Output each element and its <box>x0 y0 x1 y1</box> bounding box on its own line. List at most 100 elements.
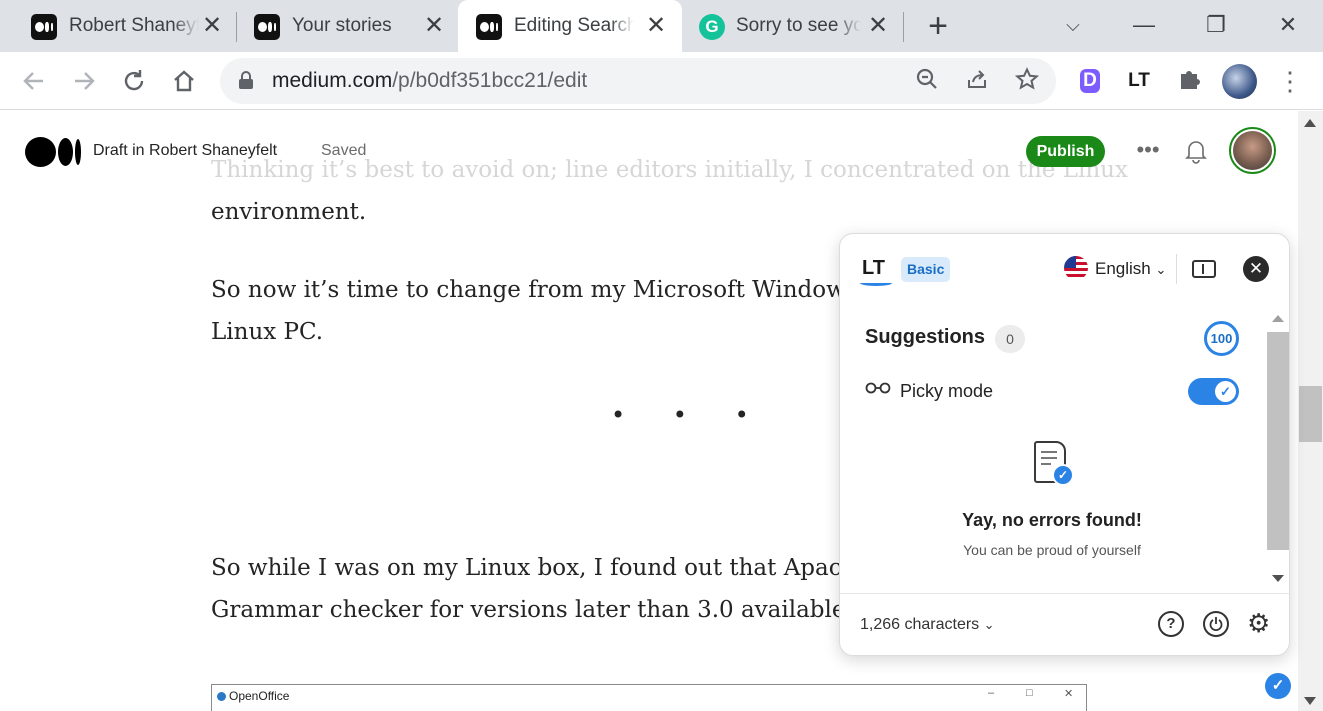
home-icon <box>174 70 194 92</box>
section-separator: • • • <box>611 401 769 429</box>
close-tab-icon[interactable]: ✕ <box>201 13 223 39</box>
extensions-puzzle-icon[interactable] <box>1174 66 1204 96</box>
tab-title: Sorry to see you go <box>736 15 861 36</box>
page-scrollbar[interactable] <box>1298 111 1323 711</box>
extension-d-icon[interactable]: D <box>1080 69 1100 93</box>
home-button[interactable] <box>167 64 201 98</box>
embedded-minimize-icon: – <box>988 687 995 699</box>
medium-icon <box>31 14 57 40</box>
help-icon[interactable]: ? <box>1158 611 1184 637</box>
article-line: So now it’s time to change from my Micro… <box>211 277 875 304</box>
no-errors-title: Yay, no errors found! <box>962 510 1142 530</box>
new-tab-button[interactable]: + <box>922 9 954 43</box>
close-tab-icon[interactable]: ✕ <box>423 13 445 39</box>
scroll-down-icon[interactable] <box>1304 697 1316 705</box>
close-tab-icon[interactable]: ✕ <box>867 13 889 39</box>
suggestions-count-badge: 0 <box>995 325 1025 353</box>
profile-avatar[interactable] <box>1222 64 1257 99</box>
chevron-down-icon: ⌄ <box>983 617 995 632</box>
tab-robert-shaneyfelt[interactable]: Robert Shaneyfelt ✕ <box>0 0 235 52</box>
reload-button[interactable] <box>117 64 151 98</box>
more-options-icon[interactable]: ••• <box>1133 135 1163 165</box>
close-tab-icon[interactable]: ✕ <box>645 13 667 39</box>
url-text[interactable]: medium.com/p/b0df351bcc21/edit <box>272 69 587 93</box>
forward-arrow-icon <box>75 72 95 90</box>
tab-editing-search[interactable]: Editing Search ✕ <box>458 0 682 52</box>
user-avatar[interactable] <box>1229 127 1276 174</box>
close-panel-button[interactable]: ✕ <box>1243 256 1269 282</box>
draft-label: Draft in Robert Shaneyfelt <box>93 142 278 159</box>
article-line: So while I was on my Linux box, I found … <box>211 555 871 581</box>
openoffice-icon <box>217 692 226 702</box>
embedded-maximize-icon: □ <box>1026 687 1033 699</box>
address-bar[interactable]: medium.com/p/b0df351bcc21/edit <box>220 58 1056 104</box>
picky-mode-toggle[interactable]: ✓ <box>1188 378 1239 405</box>
scroll-thumb[interactable] <box>1299 386 1322 442</box>
medium-logo-icon[interactable] <box>25 137 81 167</box>
tab-separator <box>903 12 904 42</box>
browser-toolbar: medium.com/p/b0df351bcc21/edit D LT <box>0 52 1323 110</box>
minimize-button[interactable]: — <box>1124 8 1164 42</box>
notifications-bell-icon[interactable] <box>1184 137 1208 165</box>
character-count-dropdown[interactable]: 1,266 characters ⌄ <box>860 616 995 634</box>
close-window-button[interactable]: ✕ <box>1268 8 1308 42</box>
languagetool-status-check-icon[interactable]: ✓ <box>1265 673 1291 699</box>
panel-scrollbar[interactable] <box>1265 309 1289 590</box>
chevron-down-icon: ⌄ <box>1155 262 1167 277</box>
scroll-up-icon[interactable] <box>1272 315 1284 322</box>
browser-menu-icon[interactable]: ⋮ <box>1277 64 1303 98</box>
url-path: /p/b0df351bcc21/edit <box>392 69 588 92</box>
tab-your-stories[interactable]: Your stories ✕ <box>237 0 457 52</box>
reload-icon <box>124 70 144 91</box>
back-button[interactable] <box>17 64 51 98</box>
restore-button[interactable]: ❐ <box>1196 8 1236 42</box>
medium-icon <box>254 14 280 40</box>
languagetool-panel: LT Basic English ⌄ ✕ Suggestions 0 100 P… <box>839 233 1290 656</box>
settings-gear-icon[interactable]: ⚙ <box>1247 608 1270 639</box>
language-selector[interactable]: English ⌄ <box>1095 259 1166 279</box>
forward-button[interactable] <box>67 64 101 98</box>
plan-badge: Basic <box>901 257 951 282</box>
tab-title: Your stories <box>292 15 392 36</box>
power-icon[interactable] <box>1203 611 1229 637</box>
us-flag-icon <box>1064 256 1088 280</box>
grammarly-icon: G <box>699 14 725 40</box>
languagetool-logo-icon: LT <box>860 258 892 286</box>
embedded-close-icon: ✕ <box>1064 688 1074 700</box>
tab-title: Robert Shaneyfelt <box>69 15 199 36</box>
article-line: Linux PC. <box>211 319 324 345</box>
document-check-icon: ✓ <box>1034 441 1074 486</box>
tab-search-dropdown-icon[interactable]: ⌵ <box>1053 8 1093 42</box>
suggestions-heading: Suggestions <box>865 326 986 348</box>
open-sidebar-icon[interactable] <box>1192 260 1216 278</box>
no-errors-subtitle: You can be proud of yourself <box>963 542 1141 558</box>
picky-mode-label: Picky mode <box>900 381 994 401</box>
languagetool-extension-icon[interactable]: LT <box>1124 66 1154 96</box>
url-host: medium.com <box>272 69 393 92</box>
glasses-icon <box>865 380 891 400</box>
publish-button[interactable]: Publish <box>1026 136 1105 167</box>
medium-icon <box>476 14 502 40</box>
article-text: So now it’s time to change from my Micro… <box>211 277 858 303</box>
save-status: Saved <box>321 142 367 159</box>
browser-tab-strip: Robert Shaneyfelt ✕ Your stories ✕ Editi… <box>0 0 1323 52</box>
text-score-badge[interactable]: 100 <box>1204 321 1239 356</box>
article-line: environment. <box>211 199 367 225</box>
back-arrow-icon <box>23 72 43 90</box>
article-line: Grammar checker for versions later than … <box>211 597 876 623</box>
embedded-screenshot-image: OpenOffice – □ ✕ <box>211 684 1087 711</box>
divider <box>1176 254 1177 284</box>
lock-icon <box>239 71 253 89</box>
check-icon: ✓ <box>1215 381 1236 402</box>
tab-sorry-to-see-you-go[interactable]: G Sorry to see you go ✕ <box>682 0 902 52</box>
share-icon[interactable] <box>963 67 991 95</box>
bookmark-star-icon[interactable] <box>1013 67 1041 95</box>
embedded-window-title: OpenOffice <box>217 689 289 703</box>
tab-title: Editing Search <box>514 15 634 36</box>
scroll-down-icon[interactable] <box>1272 575 1284 582</box>
panel-footer: 1,266 characters ⌄ ? ⚙ <box>840 593 1289 655</box>
zoom-out-icon[interactable] <box>913 67 941 95</box>
scroll-up-icon[interactable] <box>1304 119 1316 127</box>
medium-header: Draft in Robert Shaneyfelt Saved Publish… <box>0 111 1298 191</box>
panel-scroll-thumb[interactable] <box>1267 332 1289 550</box>
